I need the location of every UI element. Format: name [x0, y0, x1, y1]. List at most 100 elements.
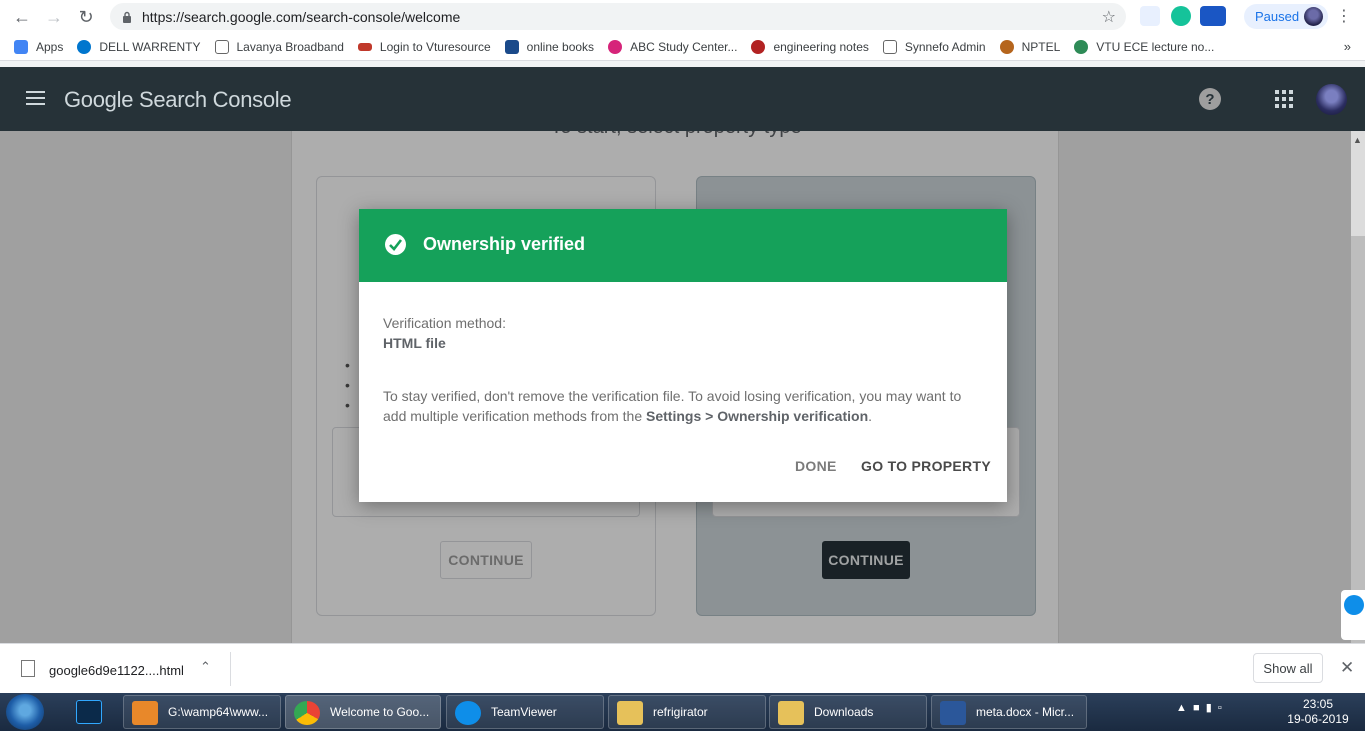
- close-icon[interactable]: ✕: [1340, 658, 1354, 678]
- bookmark-label: Lavanya Broadband: [236, 40, 344, 54]
- system-clock[interactable]: 23:05 19-06-2019: [1286, 697, 1350, 727]
- clock-date: 19-06-2019: [1287, 712, 1349, 726]
- redirect-extension-icon[interactable]: [1200, 6, 1226, 26]
- teamviewer-side-tab[interactable]: [1341, 590, 1365, 640]
- apple-logo-icon: [751, 40, 766, 54]
- hamburger-menu-icon[interactable]: [26, 91, 45, 105]
- bookmark-label: Login to Vturesource: [379, 40, 491, 54]
- bookmark-dell[interactable]: DELL WARRENTY: [77, 40, 201, 54]
- system-tray[interactable]: ▲ ■ ▮ ▫: [1176, 701, 1222, 714]
- bookmark-lavanya[interactable]: Lavanya Broadband: [214, 40, 344, 54]
- sublime-text-icon: [132, 701, 158, 725]
- vtu-logo-icon: [357, 43, 372, 51]
- apps-grid-icon: [14, 40, 28, 54]
- account-avatar[interactable]: [1316, 84, 1347, 115]
- bookmark-label: NPTEL: [1021, 40, 1061, 54]
- show-all-button[interactable]: Show all: [1253, 653, 1323, 683]
- bookmark-synnefo[interactable]: Synnefo Admin: [882, 40, 986, 54]
- taskbar-label: G:\wamp64\www...: [168, 705, 269, 719]
- profile-status-label: Paused: [1255, 9, 1300, 24]
- bookmark-nptel[interactable]: NPTEL: [999, 40, 1061, 54]
- forward-arrow-icon[interactable]: →: [38, 1, 70, 33]
- abc-logo-icon: [608, 40, 623, 54]
- chrome-icon: [294, 701, 320, 725]
- grammarly-extension-icon[interactable]: [1171, 6, 1191, 26]
- lock-icon: [123, 11, 131, 23]
- taskbar-item-refrigirator[interactable]: refrigirator: [608, 695, 766, 729]
- eyedropper-extension-icon[interactable]: [1140, 6, 1160, 26]
- bookmark-label: VTU ECE lecture no...: [1096, 40, 1215, 54]
- dell-logo-icon: [77, 40, 92, 54]
- nptel-logo-icon: [999, 40, 1014, 54]
- taskbar-label: Downloads: [814, 705, 874, 719]
- teamviewer-icon: [455, 701, 481, 725]
- bookmark-page-icon: [882, 40, 897, 54]
- bookmark-label: ABC Study Center...: [630, 40, 738, 54]
- ownership-verified-dialog: Ownership verified Verification method: …: [359, 209, 1007, 502]
- bookmark-label: DELL WARRENTY: [99, 40, 201, 54]
- bookmark-star-icon[interactable]: ☆: [1102, 7, 1116, 27]
- chevron-up-icon[interactable]: ⌃: [200, 659, 211, 675]
- taskbar-item-word[interactable]: meta.docx - Micr...: [931, 695, 1087, 729]
- taskbar-label: refrigirator: [653, 705, 708, 719]
- search-console-header: Google Search Console ?: [0, 67, 1365, 131]
- scroll-up-arrow-icon[interactable]: ▲: [1353, 135, 1362, 145]
- taskbar-label: meta.docx - Micr...: [976, 705, 1075, 719]
- bookmark-abc-study[interactable]: ABC Study Center...: [608, 40, 737, 54]
- folder-icon: [617, 701, 643, 725]
- bookmark-label: Apps: [36, 40, 64, 54]
- photoshop-pinned[interactable]: [70, 695, 110, 729]
- dialog-body-text: To stay verified, don't remove the verif…: [383, 386, 983, 426]
- windows-start-button[interactable]: [6, 694, 44, 730]
- taskbar-item-chrome[interactable]: Welcome to Goo...: [285, 695, 441, 729]
- clock-time: 23:05: [1302, 697, 1334, 711]
- bookmark-online-books[interactable]: online books: [504, 40, 595, 54]
- shield-logo-icon: [504, 40, 519, 54]
- bookmark-engineering-notes[interactable]: engineering notes: [751, 40, 869, 54]
- bookmark-label: Synnefo Admin: [904, 40, 986, 54]
- photoshop-icon: [76, 700, 102, 724]
- app-title: Google Search Console: [64, 87, 292, 112]
- profile-paused-button[interactable]: Paused: [1244, 4, 1328, 29]
- scrollbar-thumb[interactable]: [1351, 236, 1365, 643]
- dialog-title: Ownership verified: [423, 234, 586, 254]
- html-file-icon: [21, 660, 35, 677]
- chrome-menu-icon[interactable]: ⋮: [1336, 6, 1352, 26]
- more-bookmarks-icon[interactable]: »: [1344, 39, 1351, 54]
- downloads-folder-icon: [778, 701, 804, 725]
- taskbar-item-downloads[interactable]: Downloads: [769, 695, 927, 729]
- taskbar-item-teamviewer[interactable]: TeamViewer: [446, 695, 604, 729]
- body-text-end: .: [868, 408, 873, 424]
- dialog-header: Ownership verified: [359, 209, 1007, 282]
- settings-path: Settings > Ownership verification: [646, 408, 869, 424]
- bookmark-label: online books: [526, 40, 595, 54]
- verification-method-value: HTML file: [383, 335, 446, 351]
- bookmark-vtu-ece[interactable]: VTU ECE lecture no...: [1074, 40, 1214, 54]
- download-shelf: google6d9e1122....html ⌃ Show all ✕: [0, 643, 1365, 693]
- help-icon[interactable]: ?: [1199, 88, 1221, 110]
- url-text: https://search.google.com/search-console…: [142, 8, 461, 25]
- taskbar-label: TeamViewer: [491, 705, 557, 719]
- done-button[interactable]: DONE: [795, 458, 837, 474]
- verification-method-label: Verification method:: [383, 315, 506, 331]
- vtu-ece-logo-icon: [1074, 40, 1089, 54]
- bookmark-apps[interactable]: Apps: [14, 40, 63, 54]
- browser-toolbar: ← → ↻ https://search.google.com/search-c…: [0, 0, 1365, 34]
- bookmark-page-icon: [214, 40, 229, 54]
- divider: [230, 652, 231, 686]
- windows-taskbar: G:\wamp64\www... Welcome to Goo... TeamV…: [0, 693, 1365, 731]
- back-arrow-icon[interactable]: ←: [6, 1, 38, 33]
- teamviewer-icon: [1344, 595, 1364, 615]
- profile-avatar: [1304, 7, 1323, 26]
- taskbar-label: Welcome to Goo...: [330, 705, 430, 719]
- word-document-icon: [940, 701, 966, 725]
- reload-icon[interactable]: ↻: [70, 1, 102, 33]
- address-bar[interactable]: https://search.google.com/search-console…: [110, 3, 1126, 30]
- bookmark-label: engineering notes: [773, 40, 869, 54]
- go-to-property-button[interactable]: GO TO PROPERTY: [861, 458, 991, 474]
- google-apps-icon[interactable]: [1275, 90, 1293, 108]
- taskbar-item-sublime[interactable]: G:\wamp64\www...: [123, 695, 281, 729]
- bookmark-vturesource[interactable]: Login to Vturesource: [357, 40, 491, 54]
- download-file-name[interactable]: google6d9e1122....html: [49, 663, 184, 678]
- check-circle-icon: [385, 234, 406, 255]
